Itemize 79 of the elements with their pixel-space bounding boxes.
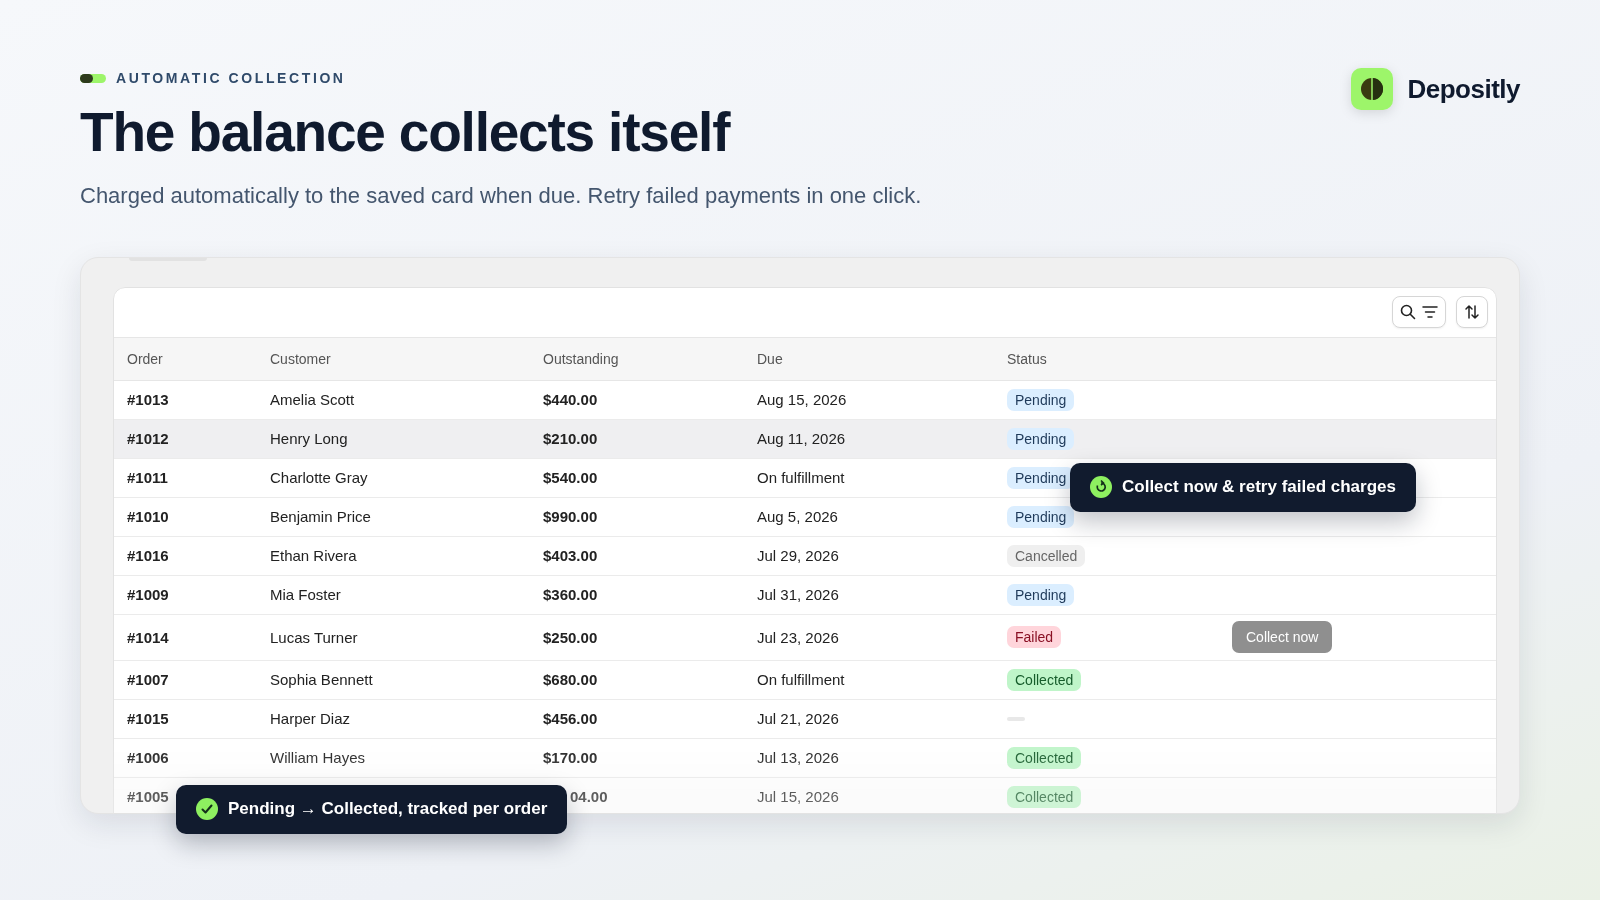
customer-name: Benjamin Price <box>270 508 371 525</box>
amount: 04.00 <box>569 788 608 805</box>
customer-name: Mia Foster <box>270 586 341 603</box>
amount: $540.00 <box>543 469 598 486</box>
filter-icon <box>1422 305 1438 319</box>
due-date: Jul 29, 2026 <box>757 547 839 564</box>
due-date: Jul 13, 2026 <box>757 749 839 766</box>
order-number: #1005 <box>127 788 169 805</box>
status-badge: Cancelled <box>1007 544 1086 567</box>
customer-name: Charlotte Gray <box>270 469 368 486</box>
amount: $250.00 <box>543 628 598 646</box>
customer-name: Amelia Scott <box>270 391 355 408</box>
table-row[interactable]: #1016 Ethan Rivera $403.00 Jul 29, 2026 Cancelled <box>114 536 1496 576</box>
customer-name: Henry Long <box>270 430 348 447</box>
search-icon <box>1400 304 1416 320</box>
table-row[interactable]: #1009 Mia Foster $360.00 Jul 31, 2026 Pending <box>114 575 1496 615</box>
callout-text: Pending → Collected, tracked per order <box>228 799 548 819</box>
table-row[interactable]: #1007 Sophia Bennett $680.00 On fulfillment Collected <box>114 660 1496 700</box>
order-number: #1014 <box>127 628 169 646</box>
callout-text: Collect now & retry failed charges <box>1122 477 1396 497</box>
customer-name: Harper Diaz <box>270 710 351 727</box>
due-date: On fulfillment <box>757 469 845 486</box>
order-number: #1006 <box>127 749 169 766</box>
amount: $680.00 <box>543 671 598 688</box>
due-date: Jul 31, 2026 <box>757 586 839 603</box>
retry-icon <box>1090 476 1112 498</box>
sort-button[interactable] <box>1456 296 1488 328</box>
due-date: Aug 5, 2026 <box>757 508 838 525</box>
column-header: Due <box>756 350 784 367</box>
due-date: Jul 15, 2026 <box>757 788 839 805</box>
sort-icon <box>1464 304 1480 320</box>
customer-name: Sophia Bennett <box>270 671 373 688</box>
table-row[interactable]: #1012 Henry Long $210.00 Aug 11, 2026 Pending <box>114 419 1496 459</box>
order-number: #1012 <box>127 430 169 447</box>
table-row[interactable]: #1006 William Hayes $170.00 Jul 13, 2026 Collected <box>114 738 1496 778</box>
kicker: AUTOMATIC COLLECTION <box>116 70 346 86</box>
order-number: #1013 <box>127 391 169 408</box>
due-date: Jul 23, 2026 <box>757 628 839 646</box>
amount: $440.00 <box>543 391 598 408</box>
due-date: Aug 15, 2026 <box>757 391 847 408</box>
amount: $360.00 <box>543 586 598 603</box>
amount: $210.00 <box>543 430 598 447</box>
status-badge: Collected <box>1007 668 1082 691</box>
customer-name: William Hayes <box>270 749 365 766</box>
toggle-icon <box>80 73 106 83</box>
table-row[interactable]: #1013 Amelia Scott $440.00 Aug 15, 2026 Pending <box>114 380 1496 420</box>
status-badge: Pending <box>1007 583 1075 606</box>
amount: $403.00 <box>543 547 598 564</box>
order-number: #1015 <box>127 710 169 727</box>
status-badge: Collected <box>1007 785 1082 808</box>
table-row[interactable]: #1015 Harper Diaz $456.00 Jul 21, 2026 <box>114 699 1496 739</box>
status-badge: Failed <box>1007 626 1062 648</box>
order-number: #1010 <box>127 508 169 525</box>
column-header: Status <box>1006 350 1048 367</box>
order-number: #1007 <box>127 671 169 688</box>
due-date: Aug 11, 2026 <box>757 430 846 447</box>
column-header: Outstanding <box>542 350 620 367</box>
status-badge: Pending <box>1007 505 1075 528</box>
logo-icon <box>1351 68 1394 110</box>
amount: $170.00 <box>543 749 598 766</box>
headline: The balance collects itself <box>80 102 732 163</box>
search-filter-button[interactable] <box>1392 296 1446 328</box>
order-number: #1009 <box>127 586 169 603</box>
amount: $456.00 <box>543 710 598 727</box>
customer-name: Ethan Rivera <box>270 547 357 564</box>
status-badge: Pending <box>1007 388 1075 411</box>
column-header: Order <box>126 350 164 367</box>
order-number: #1011 <box>127 469 168 486</box>
due-date: Jul 21, 2026 <box>757 710 839 727</box>
column-header: Customer <box>269 350 332 367</box>
customer-name: Lucas Turner <box>270 628 358 646</box>
brand-name: Depositly <box>1407 73 1520 105</box>
amount: $990.00 <box>543 508 598 525</box>
due-date: On fulfillment <box>757 671 845 688</box>
subtitle: Charged automatically to the saved card when due. Retry failed payments in one click. <box>80 182 922 209</box>
order-number: #1016 <box>127 547 169 564</box>
check-icon <box>196 798 218 820</box>
status-badge: Pending <box>1007 427 1075 450</box>
status-badge: Collected <box>1007 746 1082 769</box>
